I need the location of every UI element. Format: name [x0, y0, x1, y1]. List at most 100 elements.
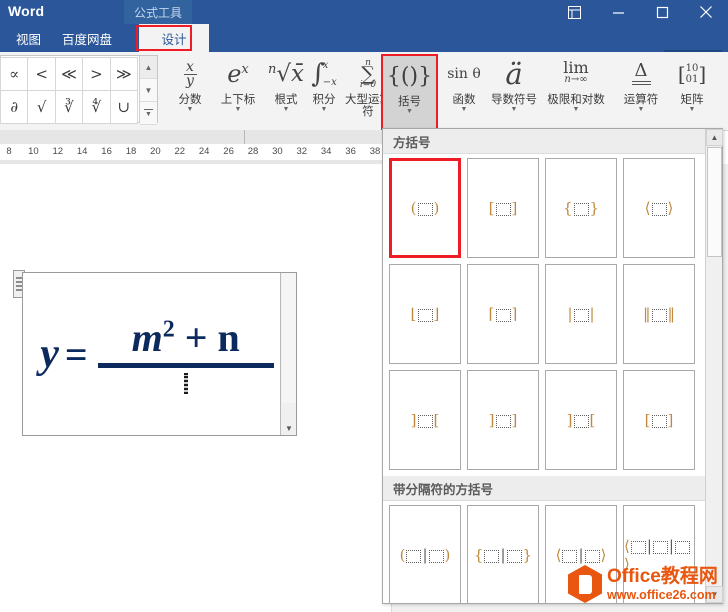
symbol-greater-than[interactable]: >	[82, 57, 110, 91]
placeholder-box	[418, 309, 433, 322]
bracket-option-glyph: {}	[563, 199, 599, 217]
chevron-down-icon[interactable]: ▼	[321, 106, 328, 114]
structure-script[interactable]: ex 上下标 ▼	[214, 54, 262, 128]
gallery-scroll-thumb[interactable]	[707, 147, 722, 257]
chevron-down-icon[interactable]: ▼	[511, 106, 518, 114]
structure-bracket[interactable]: {()} 括号 ▼	[383, 56, 436, 128]
symbols-grid: ∝ < ≪ > ≫ ∂ √ ∛ ∜ ∪	[1, 57, 138, 123]
structure-bracket-label: 括号	[398, 96, 421, 108]
symbol-much-greater-than[interactable]: ≫	[110, 57, 138, 91]
app-title: Word	[8, 3, 44, 19]
bracket-option-close-open[interactable]: ][	[545, 370, 617, 470]
chevron-down-icon[interactable]: ▼	[283, 106, 290, 114]
gallery-scroll-down-icon[interactable]: ▼	[706, 586, 723, 603]
bracket-option-abs[interactable]: ||	[545, 264, 617, 364]
ruler-number: 12	[53, 146, 64, 157]
chevron-down-icon[interactable]: ▼	[638, 106, 645, 114]
chevron-down-icon[interactable]: ▼	[689, 106, 696, 114]
document-canvas[interactable]: y = m2 + n ▼	[0, 164, 392, 612]
bracket-option-glyph: ⟨⟩	[645, 199, 674, 217]
structure-integral-label: 积分	[313, 94, 336, 106]
operator-icon: Δ	[632, 54, 651, 94]
symbol-union[interactable]: ∪	[110, 90, 138, 124]
ribbon-display-options-icon[interactable]	[552, 0, 596, 24]
ruler-number: 32	[297, 146, 308, 157]
numerator-variable-n: n	[218, 315, 240, 360]
structure-operator[interactable]: Δ 运算符 ▼	[613, 54, 669, 128]
chevron-down-icon[interactable]: ▼	[235, 106, 242, 114]
radical-icon: n√x̄	[268, 54, 304, 94]
bracket-option-square[interactable]: []	[467, 158, 539, 258]
placeholder-box	[574, 203, 589, 216]
symbol-square-root[interactable]: √	[27, 90, 55, 124]
bracket-option-open-close[interactable]: ]]	[467, 370, 539, 470]
ruler-number: 28	[248, 146, 259, 157]
bracket-option-glyph: ()	[411, 199, 440, 217]
tab-view[interactable]: 视图	[6, 24, 51, 52]
bracket-option-angle-sep2[interactable]: ⟨||⟩	[623, 505, 695, 603]
equation-frame[interactable]: y = m2 + n ▼	[22, 272, 297, 436]
chevron-down-icon[interactable]: ▼	[187, 106, 194, 114]
bracket-option-ceil[interactable]: ⌈⌉	[467, 264, 539, 364]
symbol-partial-derivative[interactable]: ∂	[0, 90, 28, 124]
placeholder-box	[496, 309, 511, 322]
ruler-number: 18	[126, 146, 137, 157]
maximize-icon[interactable]	[640, 0, 684, 24]
horizontal-ruler[interactable]: 8101214161820222426283032343638	[0, 130, 392, 164]
bracket-option-floor[interactable]: ⌊⌋	[389, 264, 461, 364]
symbol-much-less-than[interactable]: ≪	[55, 57, 83, 91]
structure-accent[interactable]: ä 导数符号 ▼	[486, 54, 542, 128]
bracket-option-close-close[interactable]: []	[623, 370, 695, 470]
bracket-option-paren[interactable]: ()	[389, 158, 461, 258]
symbols-scroll-up-icon[interactable]: ▲	[140, 56, 157, 79]
bracket-option-angle[interactable]: ⟨⟩	[623, 158, 695, 258]
bracket-option-norm[interactable]: ‖‖	[623, 264, 695, 364]
bracket-option-curly-sep[interactable]: {|}	[467, 505, 539, 603]
ruler-number: 24	[199, 146, 210, 157]
tab-design[interactable]: 设计	[139, 24, 209, 52]
chevron-down-icon[interactable]: ▼	[406, 108, 413, 116]
function-icon: sin θ	[447, 54, 481, 94]
bracket-gallery-grid-1: ()[]{}⟨⟩⌊⌋⌈⌉||‖‖][]]][[]	[383, 154, 705, 476]
symbol-cube-root[interactable]: ∛	[55, 90, 83, 124]
chevron-down-icon[interactable]: ▼	[461, 106, 468, 114]
placeholder-box	[406, 550, 421, 563]
equation-scroll-thumb[interactable]	[282, 273, 296, 403]
symbols-more-icon[interactable]: ▼	[140, 102, 157, 125]
structure-limit-log[interactable]: lim n→∞ 极限和对数 ▼	[543, 54, 609, 128]
gallery-scroll-up-icon[interactable]: ▲	[706, 129, 723, 146]
denominator-placeholder-box[interactable]	[184, 373, 188, 394]
placeholder-box	[429, 550, 444, 563]
ruler-margin-tick	[244, 130, 245, 144]
bracket-option-open-open[interactable]: ][	[389, 370, 461, 470]
symbol-proportional[interactable]: ∝	[0, 57, 28, 91]
tab-baidu-netdisk[interactable]: 百度网盘	[52, 24, 122, 52]
gallery-scrollbar[interactable]: ▲ ▼	[705, 129, 722, 603]
placeholder-box	[675, 541, 690, 554]
window-controls	[552, 0, 728, 24]
ribbon-tab-bar: 视图 百度网盘 设计 告诉我您想要做什么... 登录 共享	[0, 24, 728, 52]
symbols-scroll-down-icon[interactable]: ▼	[140, 79, 157, 102]
placeholder-box	[562, 550, 577, 563]
structure-function[interactable]: sin θ 函数 ▼	[440, 54, 488, 128]
placeholder-box	[574, 309, 589, 322]
chevron-down-icon[interactable]: ▼	[573, 106, 580, 114]
close-icon[interactable]	[684, 0, 728, 24]
equation-scroll-down-icon[interactable]: ▼	[281, 421, 297, 435]
equation-vertical-scrollbar[interactable]: ▼	[280, 273, 296, 435]
bracket-option-curly[interactable]: {}	[545, 158, 617, 258]
bracket-option-glyph: ][	[411, 411, 440, 429]
bracket-dropdown-gallery[interactable]: 方括号 ()[]{}⟨⟩⌊⌋⌈⌉||‖‖][]]][[] 带分隔符的方括号 (|…	[382, 128, 723, 604]
bracket-option-paren-sep[interactable]: (|)	[389, 505, 461, 603]
symbols-gallery[interactable]: ∝ < ≪ > ≫ ∂ √ ∛ ∜ ∪ ▲ ▼	[0, 55, 158, 123]
bracket-option-angle-sep[interactable]: ⟨|⟩	[545, 505, 617, 603]
structure-matrix[interactable]: [ 1001 ] 矩阵 ▼	[668, 54, 716, 128]
minimize-icon[interactable]	[596, 0, 640, 24]
equation-content: y = m2 + n	[35, 291, 279, 417]
bracket-option-glyph: ⌈⌉	[489, 305, 518, 323]
structure-fraction[interactable]: xy 分数 ▼	[166, 54, 214, 128]
symbol-less-than[interactable]: <	[27, 57, 55, 91]
symbol-fourth-root[interactable]: ∜	[82, 90, 110, 124]
bracket-option-glyph: ||	[567, 305, 594, 323]
equation-denominator[interactable]	[184, 368, 188, 393]
